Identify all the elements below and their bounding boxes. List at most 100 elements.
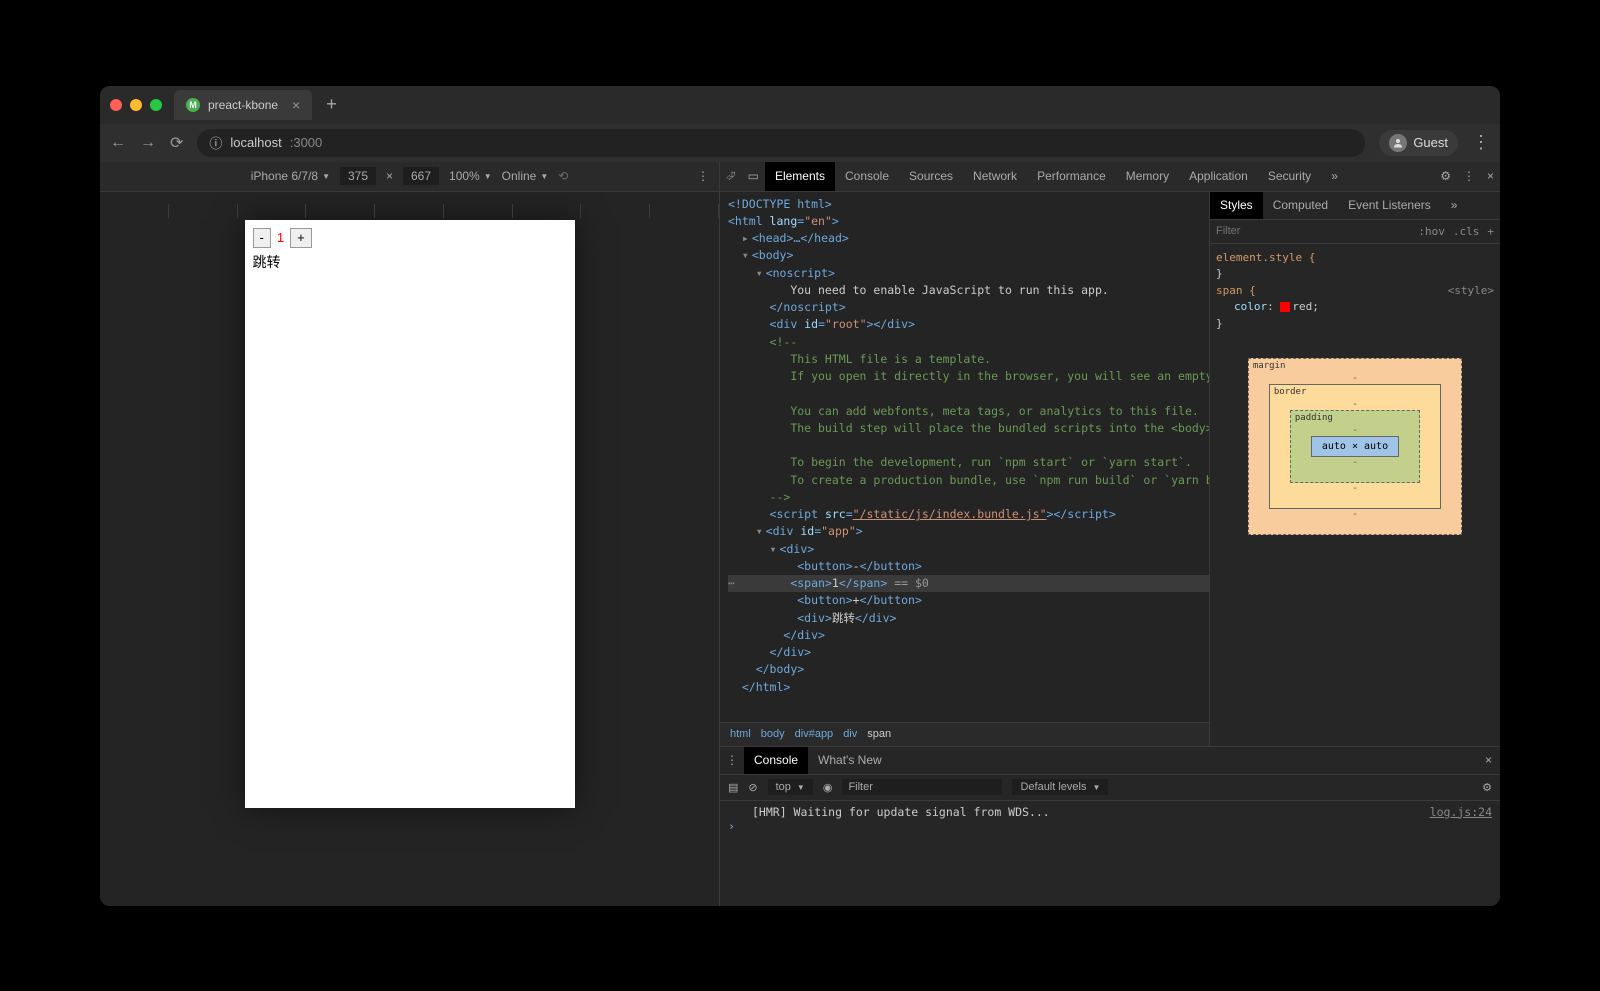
css-prop-name[interactable]: color [1234, 300, 1267, 313]
tab-bar: M preact-kbone × + [100, 86, 1500, 124]
url-input[interactable]: ⓘ localhost:3000 [197, 129, 1365, 157]
styles-sidebar: Styles Computed Event Listeners » :hov .… [1210, 192, 1500, 746]
throttle-select[interactable]: Online ▼ [502, 169, 549, 183]
tabs-overflow[interactable]: » [1321, 162, 1348, 191]
styles-filter-input[interactable] [1216, 225, 1410, 237]
dom-comment: The build step will place the bundled sc… [790, 421, 1209, 435]
cls-toggle[interactable]: .cls [1453, 225, 1480, 238]
tab-sources[interactable]: Sources [899, 162, 963, 191]
site-info-icon[interactable]: ⓘ [209, 133, 222, 152]
breadcrumb: html body div#app div span [720, 722, 1209, 746]
tab-computed[interactable]: Computed [1263, 192, 1338, 219]
clear-console-icon[interactable]: ⊘ [748, 781, 757, 794]
dom-line: <div> [780, 542, 815, 556]
live-expression-icon[interactable]: ◉ [823, 781, 833, 794]
device-height-input[interactable]: 667 [403, 167, 439, 185]
content-area: iPhone 6/7/8 ▼ 375 × 667 100% ▼ Online ▼… [100, 162, 1500, 906]
minimize-window[interactable] [130, 99, 142, 111]
tab-event-listeners[interactable]: Event Listeners [1338, 192, 1441, 219]
inspect-icon[interactable]: ⮰ [720, 169, 742, 184]
device-frame: - 1 + 跳转 [245, 220, 575, 808]
settings-icon[interactable]: ⚙ [1434, 169, 1457, 183]
avatar-icon [1389, 134, 1407, 152]
maximize-window[interactable] [150, 99, 162, 111]
device-width-input[interactable]: 375 [340, 167, 376, 185]
forward-button[interactable]: → [140, 134, 156, 152]
drawer-menu-icon[interactable]: ⋮ [720, 753, 744, 767]
tab-application[interactable]: Application [1179, 162, 1258, 191]
log-levels-select[interactable]: Default levels ▼ [1012, 779, 1108, 795]
dom-line: <button>-</button> [797, 559, 922, 573]
close-window[interactable] [110, 99, 122, 111]
new-rule-button[interactable]: + [1487, 225, 1494, 238]
close-devtools-icon[interactable]: × [1481, 169, 1500, 183]
dom-line: </noscript> [770, 300, 846, 314]
console-prompt-icon: › [728, 819, 735, 833]
color-swatch-icon[interactable] [1280, 302, 1290, 312]
dom-selected-line[interactable]: ⋯ <span>1</span> == $0 [728, 575, 1209, 592]
rotate-icon[interactable]: ⟲ [558, 169, 568, 183]
sidebar-tabs-overflow[interactable]: » [1441, 192, 1468, 219]
device-menu-icon[interactable]: ⋮ [697, 169, 709, 183]
browser-tab[interactable]: M preact-kbone × [174, 90, 312, 120]
console-sidebar-toggle-icon[interactable]: ▤ [728, 781, 738, 794]
device-select[interactable]: iPhone 6/7/8 ▼ [251, 169, 330, 183]
profile-button[interactable]: Guest [1379, 130, 1458, 156]
drawer-tab-console[interactable]: Console [744, 747, 808, 774]
tab-security[interactable]: Security [1258, 162, 1321, 191]
tab-performance[interactable]: Performance [1027, 162, 1116, 191]
reload-button[interactable]: ⟳ [170, 133, 183, 153]
new-tab-button[interactable]: + [320, 94, 343, 115]
box-model: margin - border - padding - auto × auto … [1210, 338, 1500, 555]
crumb-item[interactable]: body [761, 728, 785, 740]
context-select[interactable]: top ▼ [768, 779, 813, 795]
tab-memory[interactable]: Memory [1116, 162, 1179, 191]
bm-margin-label: margin [1253, 361, 1286, 371]
close-tab-icon[interactable]: × [292, 97, 300, 113]
tab-network[interactable]: Network [963, 162, 1027, 191]
devtools-tabs: ⮰ ▭ Elements Console Sources Network Per… [720, 162, 1500, 192]
chevron-down-icon: ▼ [484, 172, 492, 181]
minus-button[interactable]: - [253, 228, 271, 248]
close-drawer-icon[interactable]: × [1477, 753, 1500, 767]
profile-label: Guest [1413, 135, 1448, 150]
dom-comment: <!-- [770, 335, 798, 349]
dom-line: </div> [770, 645, 812, 659]
dom-line: <div>跳转</div> [797, 611, 896, 625]
crumb-item[interactable]: div#app [795, 728, 834, 740]
nav-text[interactable]: 跳转 [253, 252, 567, 272]
crumb-item[interactable]: html [730, 728, 751, 740]
hov-toggle[interactable]: :hov [1418, 225, 1445, 238]
browser-menu-icon[interactable]: ⋮ [1472, 132, 1490, 153]
plus-button[interactable]: + [290, 228, 312, 248]
chevron-down-icon: ▼ [322, 172, 330, 181]
rule-origin[interactable]: <style> [1448, 283, 1494, 300]
console-settings-icon[interactable]: ⚙ [1482, 781, 1492, 794]
devtools-menu-icon[interactable]: ⋮ [1457, 169, 1481, 183]
console-toolbar: ▤ ⊘ top ▼ ◉ Filter Default levels ▼ ⚙ [720, 775, 1500, 801]
tab-console[interactable]: Console [835, 162, 899, 191]
bm-border-label: border [1274, 387, 1307, 397]
bm-content: auto × auto [1311, 436, 1399, 457]
zoom-select[interactable]: 100% ▼ [449, 169, 492, 183]
ruler [100, 204, 719, 218]
dom-comment: To create a production bundle, use `npm … [790, 473, 1209, 487]
crumb-item[interactable]: div [843, 728, 857, 740]
crumb-item[interactable]: span [867, 728, 891, 740]
tab-styles[interactable]: Styles [1210, 192, 1263, 219]
console-output[interactable]: [HMR] Waiting for update signal from WDS… [720, 801, 1500, 906]
tab-elements[interactable]: Elements [765, 162, 835, 191]
dom-line: <head>…</head> [752, 231, 849, 245]
dom-comment: You can add webfonts, meta tags, or anal… [790, 404, 1199, 418]
style-rules[interactable]: element.style { } span {<style> color: r… [1210, 244, 1500, 339]
dom-tree[interactable]: <!DOCTYPE html> <html lang="en"> ▸<head>… [720, 192, 1209, 722]
drawer-tab-whatsnew[interactable]: What's New [808, 747, 892, 774]
console-source-link[interactable]: log.js:24 [1430, 805, 1492, 819]
dom-text: You need to enable JavaScript to run thi… [790, 283, 1109, 297]
back-button[interactable]: ← [110, 134, 126, 152]
dom-line: <script src="/static/js/index.bundle.js"… [770, 507, 1116, 521]
css-prop-value[interactable]: red; [1292, 300, 1319, 313]
console-filter-input[interactable]: Filter [842, 779, 1002, 795]
device-toggle-icon[interactable]: ▭ [742, 169, 765, 183]
url-port: :3000 [290, 135, 323, 150]
